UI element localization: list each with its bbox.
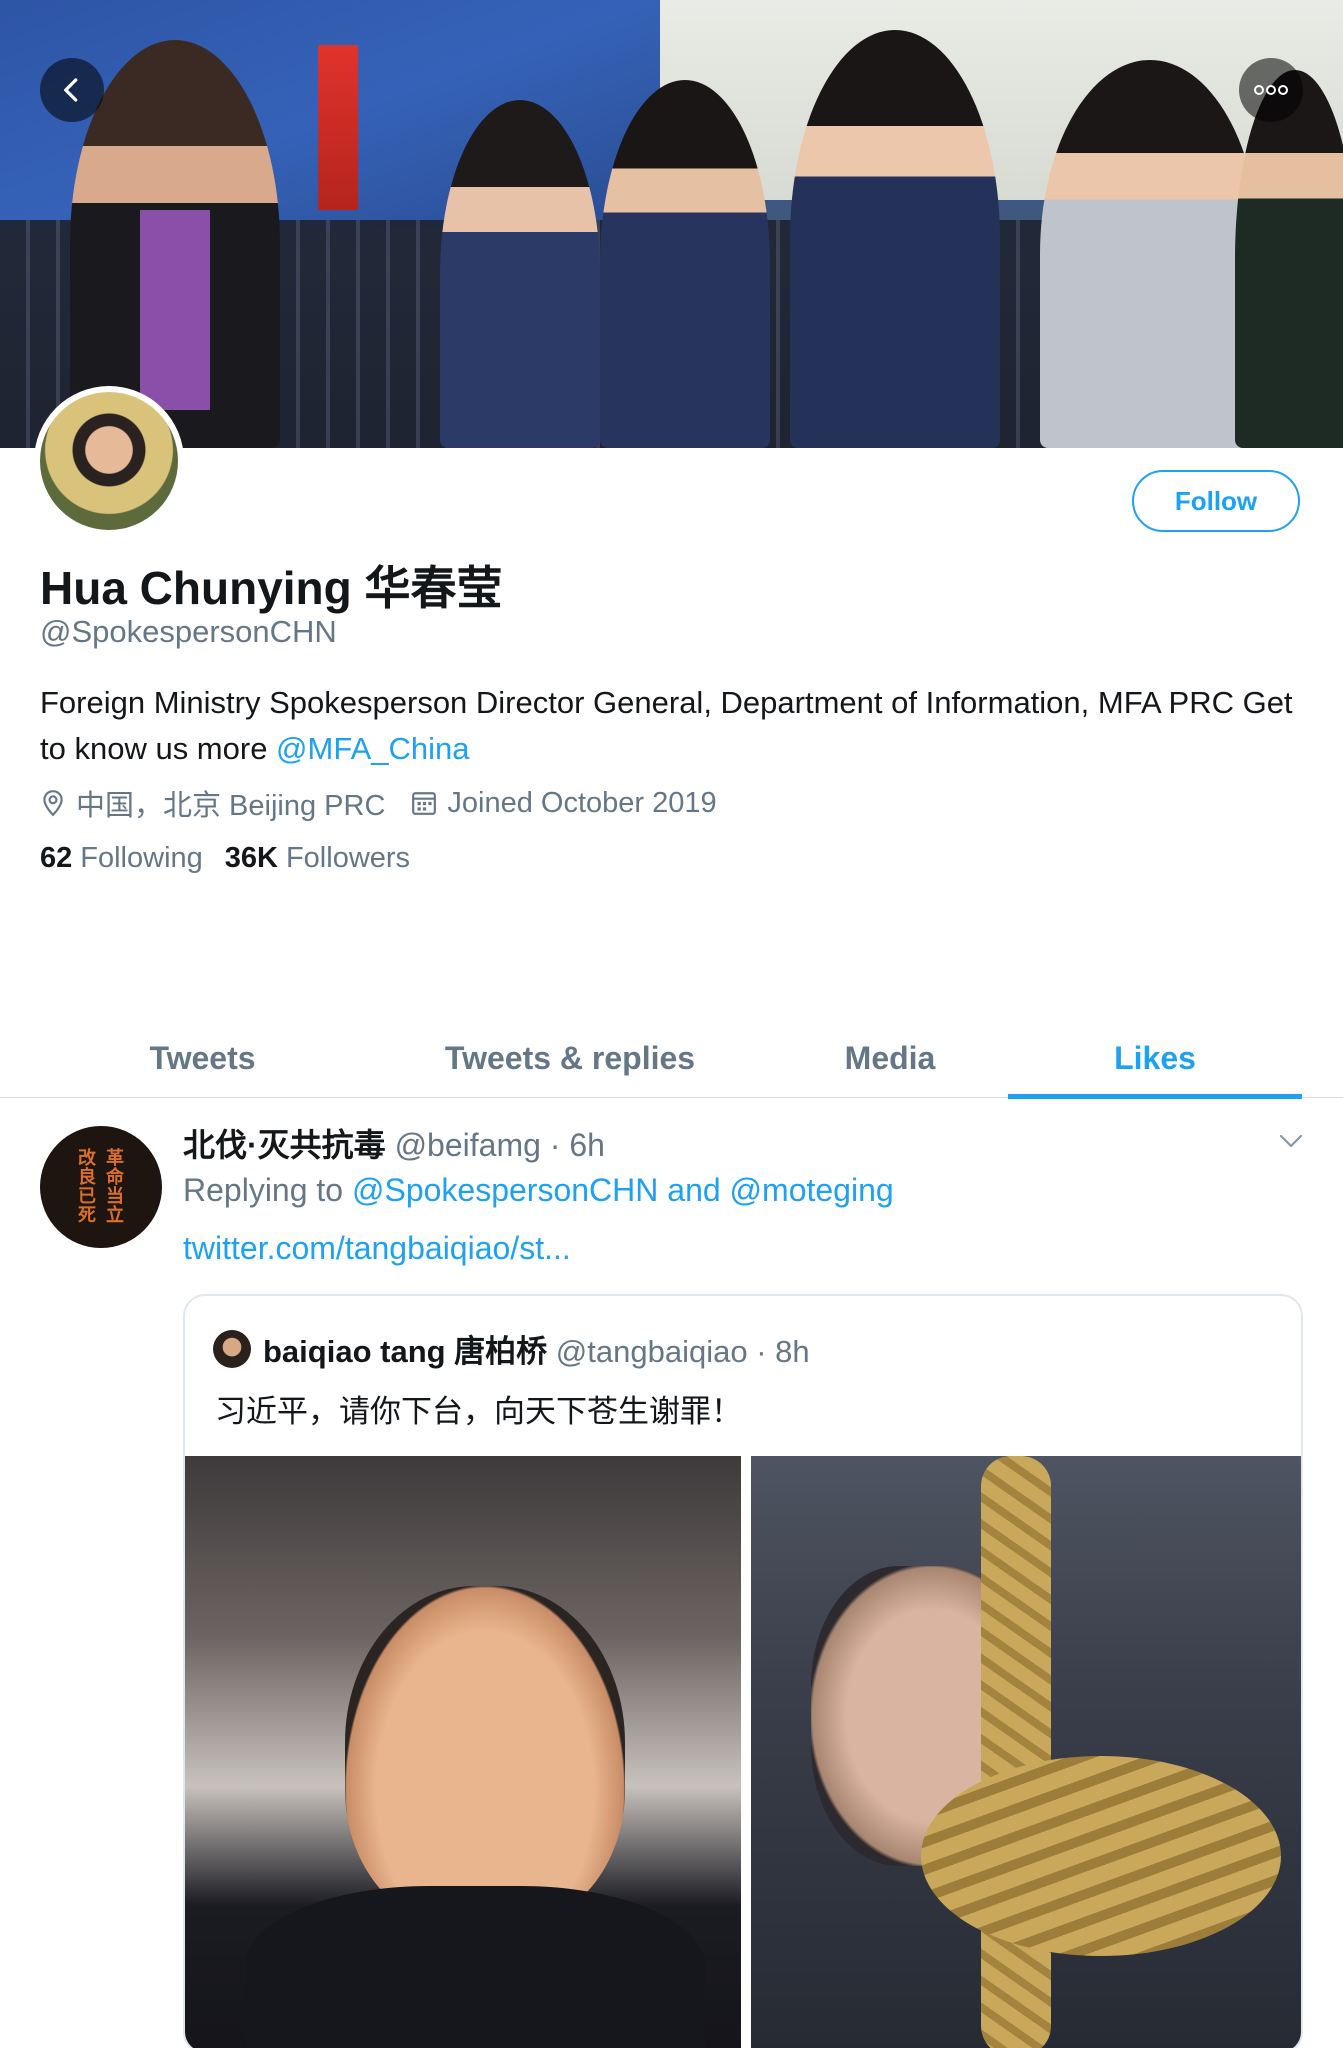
tweet-link[interactable]: twitter.com/tangbaiqiao/st... bbox=[183, 1230, 571, 1267]
followers-link[interactable]: 36K Followers bbox=[225, 842, 410, 875]
calendar-icon bbox=[412, 792, 437, 815]
banner-figure bbox=[1040, 60, 1260, 448]
tab-media[interactable]: Media bbox=[780, 1018, 1000, 1098]
followers-label: Followers bbox=[285, 842, 411, 874]
tweet-author-meta: @beifamg · 6h bbox=[385, 1127, 605, 1163]
seal-char: 革 bbox=[106, 1148, 124, 1169]
profile-avatar[interactable] bbox=[34, 386, 184, 536]
quote-author-name: baiqiao tang 唐柏桥 bbox=[263, 1334, 548, 1369]
profile-tabs: Tweets Tweets & replies Media Likes bbox=[0, 1018, 1343, 1099]
profile-bio: Foreign Ministry Spokesperson Director G… bbox=[40, 680, 1310, 772]
banner-figure bbox=[1235, 70, 1343, 448]
bio-text: Foreign Ministry Spokesperson Director G… bbox=[40, 685, 1293, 766]
tweet-author-name[interactable]: 北伐·灭共抗毒 bbox=[183, 1127, 386, 1163]
tab-likes[interactable]: Likes bbox=[1008, 1018, 1302, 1099]
quote-image-left[interactable] bbox=[185, 1456, 741, 2048]
seal-char: 死 bbox=[78, 1205, 96, 1226]
banner-figure bbox=[790, 30, 1000, 448]
tweet-author-avatar[interactable]: 改 革 良 命 已 当 死 立 bbox=[40, 1126, 162, 1248]
image-rope-knot bbox=[921, 1756, 1281, 1956]
seal-char: 良 bbox=[78, 1167, 96, 1188]
joined-text: Joined October 2019 bbox=[447, 786, 717, 819]
seal-char: 已 bbox=[78, 1186, 96, 1207]
quote-author-meta: @tangbaiqiao · 8h bbox=[547, 1334, 810, 1369]
tab-tweets[interactable]: Tweets bbox=[80, 1018, 325, 1098]
image-divider bbox=[741, 1456, 751, 2048]
followers-count: 36K bbox=[224, 842, 278, 874]
replying-to: Replying to @SpokespersonCHN and @motegi… bbox=[183, 1172, 894, 1209]
location-pin-icon bbox=[43, 790, 63, 817]
profile-name: Hua Chunying 华春莹 bbox=[40, 562, 503, 614]
avatar-image bbox=[40, 392, 178, 530]
quote-author-avatar bbox=[213, 1330, 251, 1368]
follow-button[interactable]: Follow bbox=[1132, 470, 1300, 532]
bio-mention-link[interactable]: @MFA_China bbox=[276, 731, 469, 766]
banner-flag bbox=[318, 45, 358, 210]
profile-handle: @SpokespersonCHN bbox=[40, 614, 337, 649]
image-figure-coat bbox=[245, 1886, 705, 2048]
image-rope bbox=[981, 1456, 1051, 2048]
tab-tweets-replies[interactable]: Tweets & replies bbox=[400, 1018, 740, 1098]
quote-image-right[interactable] bbox=[751, 1456, 1301, 2048]
banner-figure bbox=[600, 80, 770, 448]
profile-location: 中国，北京 Beijing PRC bbox=[40, 782, 385, 824]
quote-header: baiqiao tang 唐柏桥 @tangbaiqiao · 8h bbox=[263, 1326, 810, 1371]
seal-char: 当 bbox=[106, 1186, 124, 1207]
replying-prefix: Replying to bbox=[183, 1172, 352, 1208]
seal-char: 立 bbox=[106, 1205, 124, 1226]
replying-users-link[interactable]: @SpokespersonCHN and @moteging bbox=[352, 1172, 894, 1208]
more-horizontal-icon bbox=[1254, 85, 1288, 95]
chevron-left-icon bbox=[64, 78, 78, 102]
seal-char: 命 bbox=[106, 1167, 124, 1188]
seal-char: 改 bbox=[78, 1148, 96, 1169]
tweet-header: 北伐·灭共抗毒 @beifamg · 6h bbox=[183, 1120, 605, 1166]
image-figure bbox=[345, 1586, 625, 1926]
quote-text: 习近平，请你下台，向天下苍生谢罪！ bbox=[215, 1394, 742, 1429]
banner-figure bbox=[440, 100, 600, 448]
avatar-seal-text: 改 革 良 命 已 当 死 立 bbox=[78, 1149, 124, 1225]
location-text: 中国，北京 Beijing PRC bbox=[76, 790, 386, 822]
profile-counts: 62 Following 36K Followers bbox=[40, 842, 432, 875]
profile-joined: Joined October 2019 bbox=[411, 786, 717, 820]
chevron-down-icon[interactable] bbox=[1278, 1132, 1304, 1150]
profile-banner bbox=[0, 0, 1343, 448]
back-button[interactable] bbox=[40, 58, 104, 122]
profile-meta: 中国，北京 Beijing PRC Joined October 2019 bbox=[40, 782, 743, 824]
following-link[interactable]: 62 Following bbox=[40, 842, 203, 875]
quoted-tweet[interactable]: baiqiao tang 唐柏桥 @tangbaiqiao · 8h 习近平，请… bbox=[183, 1294, 1303, 2048]
more-options-button[interactable] bbox=[1239, 58, 1303, 122]
following-label: Following bbox=[80, 842, 203, 874]
following-count: 62 bbox=[40, 842, 73, 874]
